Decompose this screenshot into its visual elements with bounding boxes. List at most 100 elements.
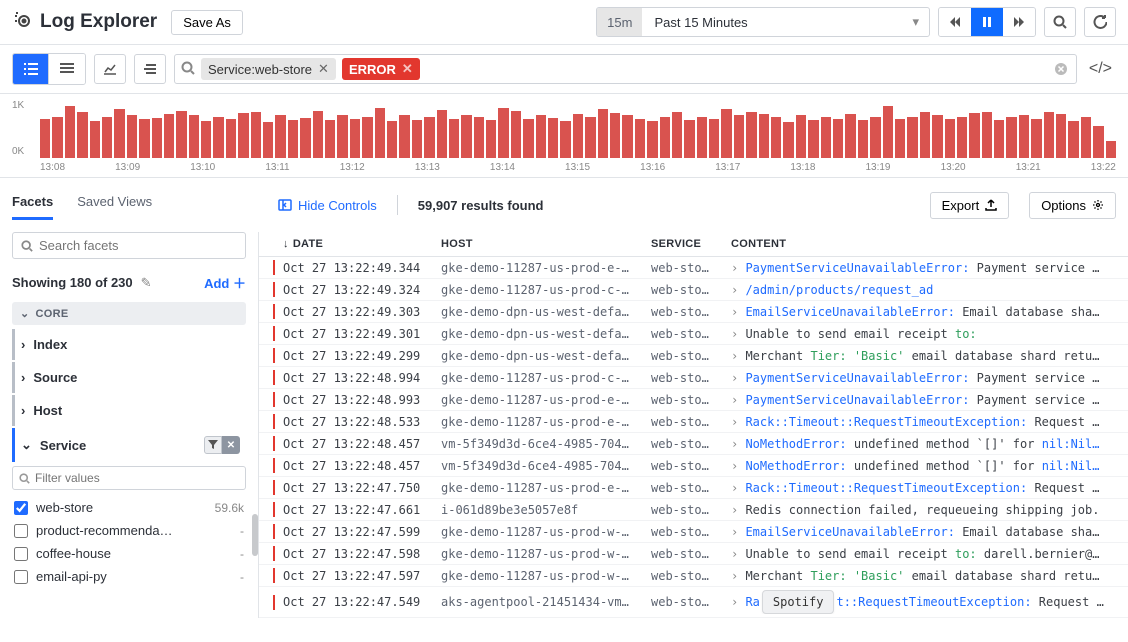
- histogram-bar[interactable]: [957, 117, 967, 158]
- table-row[interactable]: Oct 27 13:22:48.533 gke-demo-11287-us-pr…: [259, 411, 1128, 433]
- histogram-bar[interactable]: [52, 117, 62, 158]
- table-row[interactable]: Oct 27 13:22:47.661 i-061d89be3e5057e8f …: [259, 499, 1128, 521]
- histogram-bar[interactable]: [65, 106, 75, 158]
- histogram-bar[interactable]: [1056, 114, 1066, 158]
- facet-index[interactable]: ›Index: [12, 329, 246, 360]
- facet-clear-button[interactable]: ✕: [222, 436, 240, 454]
- histogram-bar[interactable]: [387, 121, 397, 158]
- table-row[interactable]: Oct 27 13:22:47.598 gke-demo-11287-us-pr…: [259, 543, 1128, 565]
- histogram-bar[interactable]: [585, 117, 595, 158]
- filter-chip-error[interactable]: ERROR✕: [342, 58, 420, 80]
- remove-chip-icon[interactable]: ✕: [402, 61, 413, 77]
- facet-value-checkbox[interactable]: [14, 501, 28, 515]
- histogram-bar[interactable]: [1019, 115, 1029, 158]
- histogram-bar[interactable]: [709, 119, 719, 158]
- histogram-bar[interactable]: [114, 109, 124, 158]
- scrollbar[interactable]: [252, 514, 258, 556]
- histogram-bar[interactable]: [759, 114, 769, 158]
- facet-search-input[interactable]: [12, 232, 246, 259]
- histogram-bar[interactable]: [1093, 126, 1103, 158]
- remove-chip-icon[interactable]: ✕: [318, 61, 329, 77]
- facet-value-row[interactable]: coffee-house-: [12, 542, 246, 565]
- histogram-bar[interactable]: [845, 114, 855, 158]
- histogram-bar[interactable]: [573, 114, 583, 158]
- clear-query-button[interactable]: [1052, 60, 1070, 78]
- facet-group-core[interactable]: ⌄CORE: [12, 302, 246, 325]
- histogram-bar[interactable]: [994, 120, 1004, 158]
- query-input[interactable]: Service:web-store✕ ERROR✕: [174, 54, 1077, 84]
- histogram-bar[interactable]: [238, 113, 248, 158]
- histogram-bar[interactable]: [337, 115, 347, 158]
- save-as-button[interactable]: Save As: [171, 10, 243, 35]
- histogram-bar[interactable]: [746, 112, 756, 158]
- histogram-bar[interactable]: [288, 120, 298, 158]
- list-view-button[interactable]: [13, 54, 49, 84]
- histogram-bar[interactable]: [858, 120, 868, 158]
- histogram-bar[interactable]: [498, 108, 508, 158]
- histogram-bar[interactable]: [474, 117, 484, 158]
- histogram-bar[interactable]: [102, 117, 112, 158]
- histogram-bar[interactable]: [226, 119, 236, 158]
- histogram-bar[interactable]: [1006, 117, 1016, 158]
- histogram-bar[interactable]: [523, 119, 533, 158]
- histogram-bar[interactable]: [1081, 117, 1091, 158]
- histogram-bar[interactable]: [461, 115, 471, 158]
- compact-view-button[interactable]: [49, 54, 85, 84]
- histogram-bar[interactable]: [176, 111, 186, 158]
- options-button[interactable]: Options: [1029, 192, 1116, 219]
- histogram-bar[interactable]: [982, 112, 992, 158]
- tab-facets[interactable]: Facets: [12, 190, 53, 220]
- histogram-bar[interactable]: [1044, 112, 1054, 158]
- histogram-bar[interactable]: [647, 121, 657, 158]
- facet-host[interactable]: ›Host: [12, 395, 246, 426]
- histogram-bar[interactable]: [164, 114, 174, 158]
- table-row[interactable]: Oct 27 13:22:48.994 gke-demo-11287-us-pr…: [259, 367, 1128, 389]
- histogram-bar[interactable]: [1068, 121, 1078, 158]
- histogram-bar[interactable]: [152, 118, 162, 158]
- col-content[interactable]: CONTENT: [723, 238, 1128, 250]
- histogram-bar[interactable]: [251, 112, 261, 158]
- facet-value-checkbox[interactable]: [14, 570, 28, 584]
- histogram-bar[interactable]: [783, 122, 793, 158]
- histogram-bar[interactable]: [660, 117, 670, 158]
- forward-button[interactable]: [1003, 8, 1035, 36]
- table-row[interactable]: Oct 27 13:22:49.299 gke-demo-dpn-us-west…: [259, 345, 1128, 367]
- histogram-bar[interactable]: [796, 115, 806, 158]
- table-row[interactable]: Oct 27 13:22:47.549 aks-agentpool-214514…: [259, 587, 1128, 618]
- pause-button[interactable]: [971, 8, 1003, 36]
- table-row[interactable]: Oct 27 13:22:47.599 gke-demo-11287-us-pr…: [259, 521, 1128, 543]
- time-range-picker[interactable]: 15m Past 15 Minutes ▾: [596, 7, 930, 37]
- tab-saved-views[interactable]: Saved Views: [77, 190, 152, 220]
- histogram-bar[interactable]: [734, 115, 744, 158]
- facet-service[interactable]: ⌄Service ✕: [12, 428, 246, 462]
- histogram-bar[interactable]: [325, 120, 335, 158]
- histogram-bar[interactable]: [883, 106, 893, 158]
- table-row[interactable]: Oct 27 13:22:49.344 gke-demo-11287-us-pr…: [259, 257, 1128, 279]
- histogram-bar[interactable]: [40, 119, 50, 158]
- histogram-bar[interactable]: [672, 112, 682, 158]
- histogram-bar[interactable]: [375, 108, 385, 158]
- histogram-bar[interactable]: [362, 117, 372, 158]
- histogram-bar[interactable]: [560, 121, 570, 158]
- histogram-bar[interactable]: [622, 115, 632, 158]
- histogram-bar[interactable]: [870, 117, 880, 158]
- col-host[interactable]: HOST: [433, 238, 643, 250]
- col-service[interactable]: SERVICE: [643, 238, 723, 250]
- table-row[interactable]: Oct 27 13:22:49.301 gke-demo-dpn-us-west…: [259, 323, 1128, 345]
- histogram-bar[interactable]: [77, 112, 87, 158]
- facet-value-row[interactable]: product-recommenda…-: [12, 519, 246, 542]
- facet-value-checkbox[interactable]: [14, 547, 28, 561]
- histogram-bar[interactable]: [300, 118, 310, 158]
- histogram-bar[interactable]: [969, 113, 979, 158]
- histogram-bar[interactable]: [275, 115, 285, 158]
- histogram-bar[interactable]: [189, 115, 199, 158]
- histogram-bar[interactable]: [139, 119, 149, 158]
- histogram-bar[interactable]: [920, 112, 930, 158]
- histogram-bar[interactable]: [90, 121, 100, 158]
- col-date[interactable]: ↓DATE: [275, 238, 433, 250]
- histogram-bar[interactable]: [399, 115, 409, 158]
- histogram-bar[interactable]: [263, 122, 273, 158]
- histogram-bar[interactable]: [486, 120, 496, 158]
- pattern-view-button[interactable]: [134, 54, 166, 84]
- histogram-bar[interactable]: [808, 120, 818, 158]
